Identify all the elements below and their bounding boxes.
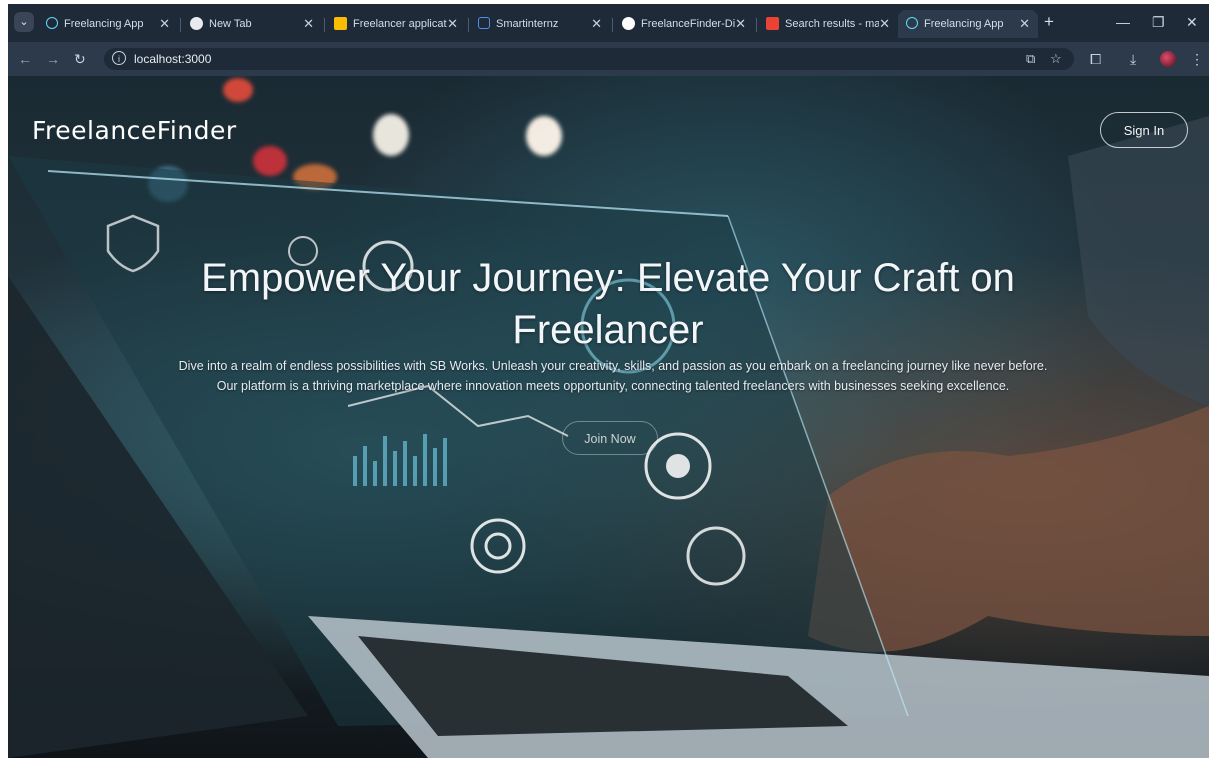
tab-title: Freelancer applicatio: [353, 18, 447, 31]
gmail-icon: [766, 16, 779, 30]
tab-gmail-search[interactable]: Search results - man ✕: [758, 10, 898, 38]
close-icon[interactable]: ✕: [879, 10, 890, 38]
address-bar[interactable]: i localhost:3000 ⧉ ☆: [104, 48, 1074, 70]
extensions-icon[interactable]: ⧠: [1090, 50, 1101, 68]
tab-title: Smartinternz: [496, 18, 559, 31]
browser-window: ⌄ Freelancing App ✕ New Tab ✕ Freelancer…: [8, 4, 1209, 758]
forward-arrow-icon[interactable]: →: [46, 49, 60, 69]
bookmark-star-icon[interactable]: ☆: [1050, 50, 1062, 68]
tab-freelancing-app-1[interactable]: Freelancing App ✕: [38, 10, 178, 38]
install-app-icon[interactable]: ⧉: [1026, 50, 1035, 68]
tab-search-button[interactable]: ⌄: [14, 12, 34, 32]
restore-button[interactable]: ❐: [1152, 12, 1165, 32]
close-icon[interactable]: ✕: [591, 10, 602, 38]
chrome-icon: [190, 16, 203, 30]
download-icon[interactable]: ⤓: [1130, 50, 1136, 68]
site-info-icon[interactable]: i: [112, 51, 126, 65]
profile-avatar[interactable]: [1160, 51, 1176, 67]
close-icon[interactable]: ✕: [735, 10, 746, 38]
hero-description: Dive into a realm of endless possibiliti…: [178, 359, 1048, 393]
tab-title: FreelanceFinder-Dis: [641, 18, 735, 31]
window-close-button[interactable]: ✕: [1186, 12, 1198, 32]
tab-title: Search results - man: [785, 18, 879, 31]
tab-strip: ⌄ Freelancing App ✕ New Tab ✕ Freelancer…: [8, 4, 1209, 42]
close-icon[interactable]: ✕: [159, 10, 170, 38]
brand-logo[interactable]: FreelanceFinder: [32, 116, 237, 145]
back-arrow-icon[interactable]: ←: [18, 49, 32, 69]
tab-new-tab[interactable]: New Tab ✕: [182, 10, 322, 38]
tab-github-freelancefinder[interactable]: FreelanceFinder-Dis ✕: [614, 10, 754, 38]
tab-freelancer-application[interactable]: Freelancer applicatio ✕: [326, 10, 466, 38]
url-text: localhost:3000: [134, 52, 212, 66]
tab-freelancing-app-active[interactable]: Freelancing App ✕: [898, 10, 1038, 38]
hero-section: FreelanceFinder Sign In Empower Your Jou…: [8, 76, 1209, 758]
google-drive-icon: [334, 16, 347, 30]
close-icon[interactable]: ✕: [303, 10, 314, 38]
tab-smartinternz[interactable]: Smartinternz ✕: [470, 10, 610, 38]
menu-dots-icon[interactable]: ⋮: [1190, 50, 1204, 68]
tab-title: Freelancing App: [64, 18, 144, 31]
close-icon[interactable]: ✕: [447, 10, 458, 38]
browser-toolbar: ← → ↻ i localhost:3000 ⧉ ☆ ⧠ ⤓ ⋮: [8, 42, 1209, 76]
minimize-button[interactable]: —: [1116, 12, 1130, 32]
close-icon[interactable]: ✕: [1019, 10, 1030, 38]
react-icon: [46, 17, 58, 30]
hero-title: Empower Your Journey: Elevate Your Craft…: [201, 256, 1015, 352]
join-now-button[interactable]: Join Now: [562, 421, 658, 455]
tab-title: Freelancing App: [924, 18, 1004, 31]
tab-title: New Tab: [209, 18, 252, 31]
sign-in-button[interactable]: Sign In: [1100, 112, 1188, 148]
react-icon: [906, 17, 918, 30]
smartinternz-icon: [478, 17, 490, 30]
reload-icon[interactable]: ↻: [74, 49, 86, 69]
laptop-illustration: [8, 116, 1209, 758]
github-icon: [622, 16, 635, 30]
new-tab-button[interactable]: +: [1044, 12, 1054, 32]
